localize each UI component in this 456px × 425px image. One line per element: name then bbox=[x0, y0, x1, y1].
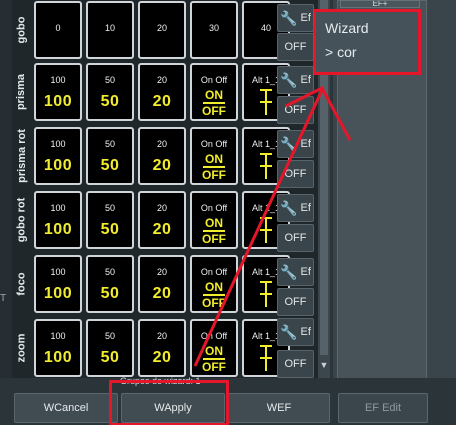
arrow-line bbox=[193, 89, 324, 367]
annotation-arrows bbox=[193, 86, 352, 367]
wizard-screen: T gobo 0 10 20 30 40 prisma 100 100 50 50 20 20 On Of… bbox=[0, 0, 456, 425]
